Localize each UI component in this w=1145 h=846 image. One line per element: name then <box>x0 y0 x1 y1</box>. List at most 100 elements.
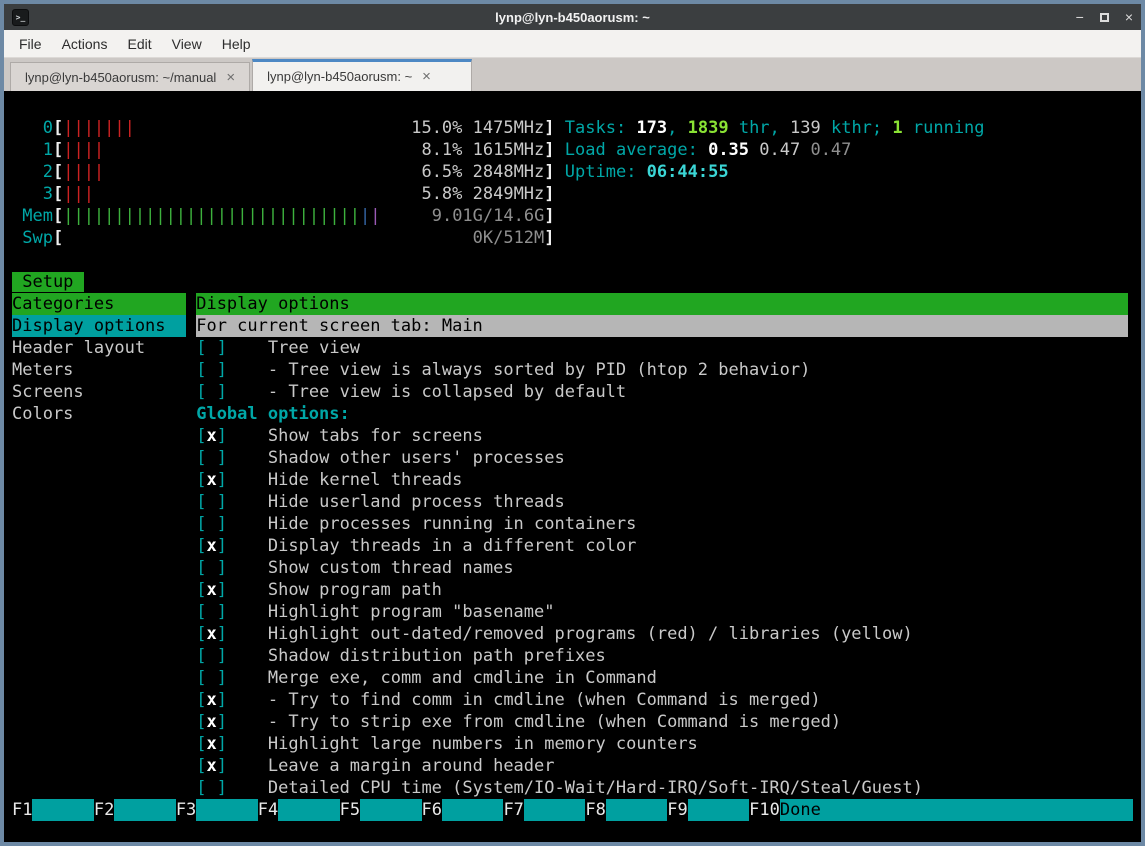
window-frame: >_ lynp@lyn-b450aorusm: ~ − × FileAction… <box>0 0 1145 846</box>
setup-tabs-row: Setup <box>12 271 1133 293</box>
fnkey-label-f10: Done <box>780 799 1133 821</box>
fnkey-label-f5 <box>360 799 421 821</box>
setup-option-highlight-large-numbers-in-memory-counters[interactable]: [x] Highlight large numbers in memory co… <box>196 733 1127 755</box>
categories-empty <box>12 557 186 579</box>
meter-0: 0[||||||| 15.0% 1475MHz] Tasks: 173, 183… <box>12 117 1133 139</box>
fnkey-label-f6 <box>442 799 503 821</box>
categories-empty <box>12 491 186 513</box>
tab-close-icon[interactable]: × <box>422 69 431 84</box>
menu-item-help[interactable]: Help <box>212 32 261 56</box>
fnkey-f7[interactable]: F7 <box>503 799 585 821</box>
categories-empty <box>12 711 186 733</box>
meter-1: 1[|||| 8.1% 1615MHz] Load average: 0.35 … <box>12 139 1133 161</box>
categories-empty <box>12 469 186 491</box>
meter-swp: Swp[ 0K/512M] <box>12 227 1133 249</box>
fnkey-f8[interactable]: F8 <box>585 799 667 821</box>
categories-empty <box>12 535 186 557</box>
setup-option-tree-view-is-always-sorted-by-pid-htop-2-behavior[interactable]: [ ] - Tree view is always sorted by PID … <box>196 359 1127 381</box>
categories-empty <box>12 667 186 689</box>
setup-option-tree-view[interactable]: [ ] Tree view <box>196 337 1127 359</box>
fnkey-label-f1 <box>32 799 93 821</box>
setup-option-show-program-path[interactable]: [x] Show program path <box>196 579 1127 601</box>
categories-empty <box>12 755 186 777</box>
categories-empty <box>12 425 186 447</box>
categories-empty <box>12 645 186 667</box>
setup-option-merge-exe-comm-and-cmdline-in-command[interactable]: [ ] Merge exe, comm and cmdline in Comma… <box>196 667 1127 689</box>
blank-line <box>12 95 1133 117</box>
fnkey-f4[interactable]: F4 <box>258 799 340 821</box>
setup-option-display-threads-in-a-different-color[interactable]: [x] Display threads in a different color <box>196 535 1127 557</box>
fnkey-label-f2 <box>114 799 175 821</box>
setup-option-leave-a-margin-around-header[interactable]: [x] Leave a margin around header <box>196 755 1127 777</box>
meter-3: 3[||| 5.8% 2849MHz] <box>12 183 1133 205</box>
setup-option-show-custom-thread-names[interactable]: [ ] Show custom thread names <box>196 557 1127 579</box>
options-section-label: Global options: <box>196 403 1127 425</box>
fnkey-label-f3 <box>196 799 257 821</box>
setup-option-show-tabs-for-screens[interactable]: [x] Show tabs for screens <box>196 425 1127 447</box>
fnkey-f2[interactable]: F2 <box>94 799 176 821</box>
categories-empty <box>12 601 186 623</box>
setup-option-try-to-strip-exe-from-cmdline-when-command-is-merged[interactable]: [x] - Try to strip exe from cmdline (whe… <box>196 711 1127 733</box>
tab-close-icon[interactable]: × <box>226 70 235 85</box>
category-item-meters[interactable]: Meters <box>12 359 186 381</box>
meter-2: 2[|||| 6.5% 2848MHz] Uptime: 06:44:55 <box>12 161 1133 183</box>
function-key-bar: F1 F2 F3 F4 F5 F6 F7 F8 F9 F10Done <box>12 799 1133 821</box>
setup-option-hide-processes-running-in-containers[interactable]: [ ] Hide processes running in containers <box>196 513 1127 535</box>
setup-option-hide-userland-process-threads[interactable]: [ ] Hide userland process threads <box>196 491 1127 513</box>
categories-empty <box>12 733 186 755</box>
categories-empty <box>12 689 186 711</box>
setup-option-hide-kernel-threads[interactable]: [x] Hide kernel threads <box>196 469 1127 491</box>
categories-empty <box>12 623 186 645</box>
setup-option-highlight-program-basename[interactable]: [ ] Highlight program "basename" <box>196 601 1127 623</box>
fnkey-label-f4 <box>278 799 339 821</box>
tab-title: lynp@lyn-b450aorusm: ~ <box>267 69 412 84</box>
options-panel-header: Display options <box>196 293 1127 315</box>
fnkey-f1[interactable]: F1 <box>12 799 94 821</box>
fnkey-f5[interactable]: F5 <box>340 799 422 821</box>
menu-item-actions[interactable]: Actions <box>52 32 118 56</box>
terminal-screen[interactable]: 0[||||||| 15.0% 1475MHz] Tasks: 173, 183… <box>4 91 1141 842</box>
meter-mem: Mem[||||||||||||||||||||||||||||||| 9.01… <box>12 205 1133 227</box>
category-item-header-layout[interactable]: Header layout <box>12 337 186 359</box>
categories-empty <box>12 447 186 469</box>
fnkey-f3[interactable]: F3 <box>176 799 258 821</box>
setup-option-try-to-find-comm-in-cmdline-when-command-is-merged[interactable]: [x] - Try to find comm in cmdline (when … <box>196 689 1127 711</box>
setup-option-highlight-out-dated-removed-programs-red-libraries-yellow[interactable]: [x] Highlight out-dated/removed programs… <box>196 623 1127 645</box>
blank-line <box>12 249 1133 271</box>
fnkey-label-f8 <box>606 799 667 821</box>
fnkey-label-f9 <box>688 799 749 821</box>
fnkey-f10[interactable]: F10Done <box>749 799 1133 821</box>
titlebar[interactable]: >_ lynp@lyn-b450aorusm: ~ − × <box>4 4 1141 30</box>
category-item-colors[interactable]: Colors <box>12 403 186 425</box>
setup-option-shadow-distribution-path-prefixes[interactable]: [ ] Shadow distribution path prefixes <box>196 645 1127 667</box>
terminal-app-icon: >_ <box>12 9 29 26</box>
menubar: FileActionsEditViewHelp <box>4 30 1141 58</box>
window-title: lynp@lyn-b450aorusm: ~ <box>4 10 1141 25</box>
menu-item-view[interactable]: View <box>162 32 212 56</box>
close-button[interactable]: × <box>1125 10 1133 24</box>
fnkey-f9[interactable]: F9 <box>667 799 749 821</box>
maximize-icon <box>1100 13 1109 22</box>
screen-tab-subheader: For current screen tab: Main <box>196 315 1127 337</box>
terminal-tab-1[interactable]: lynp@lyn-b450aorusm: ~/manual × <box>10 62 250 91</box>
category-item-screens[interactable]: Screens <box>12 381 186 403</box>
categories-empty <box>12 513 186 535</box>
setup-option-tree-view-is-collapsed-by-default[interactable]: [ ] - Tree view is collapsed by default <box>196 381 1127 403</box>
window-controls: − × <box>1076 10 1133 24</box>
minimize-button[interactable]: − <box>1076 10 1084 24</box>
setup-option-detailed-cpu-time-system-io-wait-hard-irq-soft-irq-steal-guest[interactable]: [ ] Detailed CPU time (System/IO-Wait/Ha… <box>196 777 1127 799</box>
terminal-tab-2[interactable]: lynp@lyn-b450aorusm: ~ × <box>252 59 472 91</box>
setup-option-shadow-other-users-processes[interactable]: [ ] Shadow other users' processes <box>196 447 1127 469</box>
categories-empty <box>12 579 186 601</box>
fnkey-f6[interactable]: F6 <box>422 799 504 821</box>
categories-empty <box>12 777 186 799</box>
categories-header: Categories <box>12 293 186 315</box>
category-item-display-options[interactable]: Display options <box>12 315 186 337</box>
fnkey-label-f7 <box>524 799 585 821</box>
menu-item-edit[interactable]: Edit <box>117 32 161 56</box>
menu-item-file[interactable]: File <box>9 32 52 56</box>
tab-title: lynp@lyn-b450aorusm: ~/manual <box>25 70 216 85</box>
setup-screen-tab[interactable]: Setup <box>12 272 84 292</box>
terminal-icon-glyph: >_ <box>16 13 26 22</box>
maximize-button[interactable] <box>1100 10 1109 24</box>
